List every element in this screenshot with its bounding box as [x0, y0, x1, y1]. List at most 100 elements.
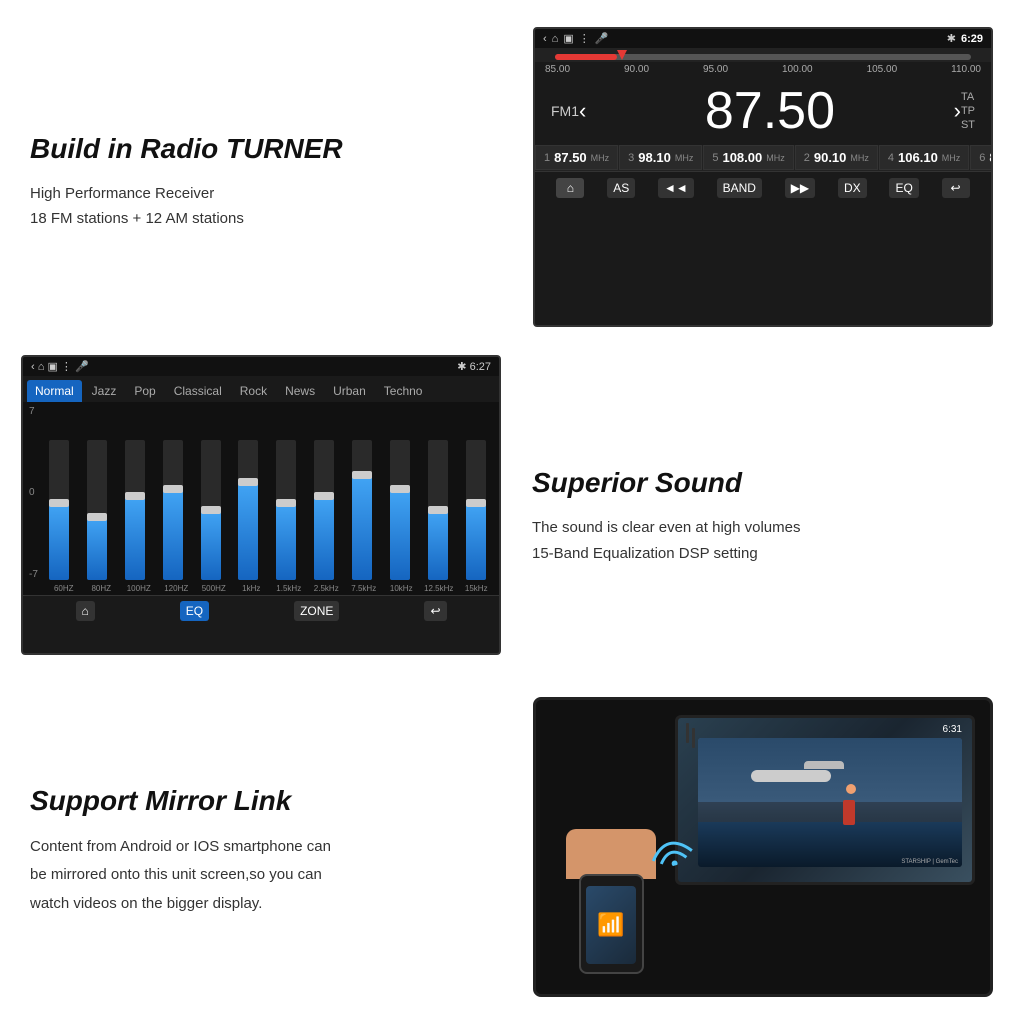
band-button[interactable]: BAND [717, 178, 762, 198]
airplane-wing [804, 761, 844, 769]
dx-button[interactable]: DX [838, 178, 867, 198]
radio-screen: ‹ ⌂ ▣ ⋮ 🎤 ✱ 6:29 85.00 [533, 27, 993, 327]
preset-num: 4 [888, 152, 894, 164]
eq-body: 7 0 -7 [23, 402, 499, 582]
eq-eq-button[interactable]: EQ [180, 601, 209, 621]
eq-slider-handle[interactable] [276, 499, 296, 507]
preset-num: 1 [544, 152, 550, 164]
eq-tab-news[interactable]: News [277, 380, 323, 402]
mirror-line3: watch videos on the bigger display. [30, 895, 262, 912]
preset-unit: MHz [942, 153, 961, 163]
preset-unit: MHz [850, 153, 869, 163]
eq-tab-classical[interactable]: Classical [166, 380, 230, 402]
eq-slider-handle[interactable] [314, 492, 334, 500]
eq-slider-handle[interactable] [201, 506, 221, 514]
eq-right-icons: ✱ 6:27 [457, 360, 491, 373]
eq-slider-handle[interactable] [87, 513, 107, 521]
radio-extras: TA TP ST [961, 91, 975, 131]
preset-num: 3 [628, 152, 634, 164]
preset-item[interactable]: 5 108.00 MHz [703, 145, 793, 170]
eq-bar-track [125, 440, 145, 580]
sound-line1: The sound is clear even at high volumes [532, 515, 994, 541]
freq-80hz: 80HZ [85, 584, 119, 593]
preset-unit: MHz [675, 153, 694, 163]
eq-button[interactable]: EQ [889, 178, 918, 198]
eq-home-button[interactable]: ⌂ [76, 601, 95, 621]
right-status-icons: ✱ 6:29 [947, 32, 983, 45]
preset-freq: 87.50 [554, 150, 587, 165]
tuner-indicator [617, 50, 627, 60]
preset-item[interactable]: 3 98.10 MHz [619, 145, 702, 170]
nav-left[interactable]: ‹ [579, 98, 586, 124]
car-unit: 6:31 STARSHIP | GemTec [675, 715, 975, 885]
eq-slider-handle[interactable] [238, 478, 258, 486]
preset-item[interactable]: 1 87.50 MHz [535, 145, 618, 170]
freq-1.5khz: 1.5kHz [272, 584, 306, 593]
tuner-label: 85.00 [545, 64, 570, 75]
preset-freq: 98.10 [638, 150, 671, 165]
freq-12.5khz: 12.5kHz [422, 584, 456, 593]
eq-bar-col [42, 406, 76, 580]
sound-line2: 15-Band Equalization DSP setting [532, 541, 994, 567]
eq-bar-track [49, 440, 69, 580]
radio-band: FM1 [551, 103, 579, 119]
freq-1khz: 1kHz [235, 584, 269, 593]
radio-screen-section: ‹ ⌂ ▣ ⋮ 🎤 ✱ 6:29 85.00 [512, 10, 1014, 345]
car-time: 6:31 [943, 724, 962, 735]
tuner-label: 95.00 [703, 64, 728, 75]
eq-slider-handle[interactable] [49, 499, 69, 507]
freq-120hz: 120HZ [160, 584, 194, 593]
eq-slider-handle[interactable] [390, 485, 410, 493]
prev-button[interactable]: ◄◄ [658, 178, 694, 198]
phone-screen: 📶 [586, 886, 636, 964]
eq-window-icon: ▣ [47, 361, 57, 373]
freq-15khz: 15kHz [460, 584, 494, 593]
bluetooth-icon: ✱ [947, 32, 956, 45]
eq-slider-handle[interactable] [428, 506, 448, 514]
eq-back-button[interactable]: ↩ [424, 601, 446, 621]
eq-bar-fill [125, 496, 145, 580]
eq-status-bar: ‹ ⌂ ▣ ⋮ 🎤 ✱ 6:27 [23, 357, 499, 376]
next-button[interactable]: ▶▶ [785, 178, 815, 198]
nav-right[interactable]: › [954, 98, 961, 124]
eq-mic-icon: 🎤 [75, 361, 89, 373]
phone-hand-group: 📶 [566, 824, 656, 974]
radio-presets: 1 87.50 MHz 3 98.10 MHz 5 108.00 MHz [535, 145, 991, 171]
eq-bar-fill [428, 510, 448, 580]
preset-freq: 87.50 [989, 150, 993, 165]
eq-menu-icon: ⋮ [61, 361, 72, 373]
eq-slider-handle[interactable] [352, 471, 372, 479]
eq-bar-fill [49, 503, 69, 580]
preset-item[interactable]: 2 90.10 MHz [795, 145, 878, 170]
mirror-mockup: 6:31 STARSHIP | GemTec [533, 697, 993, 997]
mirror-screen-section: 6:31 STARSHIP | GemTec [512, 679, 1014, 1014]
home-button[interactable]: ⌂ [556, 178, 584, 198]
eq-tab-pop[interactable]: Pop [126, 380, 163, 402]
radio-title: Build in Radio TURNER [30, 133, 492, 165]
eq-bar-col [118, 406, 152, 580]
eq-slider-handle[interactable] [163, 485, 183, 493]
eq-zone-button[interactable]: ZONE [294, 601, 339, 621]
eq-tab-urban[interactable]: Urban [325, 380, 374, 402]
radio-status-bar: ‹ ⌂ ▣ ⋮ 🎤 ✱ 6:29 [535, 29, 991, 48]
eq-bar-fill [276, 503, 296, 580]
preset-item[interactable]: 4 106.10 MHz [879, 145, 969, 170]
back-button[interactable]: ↩ [942, 178, 970, 198]
eq-bar-col [194, 406, 228, 580]
eq-tab-jazz[interactable]: Jazz [84, 380, 125, 402]
eq-bar-fill [390, 489, 410, 580]
as-button[interactable]: AS [607, 178, 635, 198]
eq-slider-handle[interactable] [466, 499, 486, 507]
eq-tab-normal[interactable]: Normal [27, 380, 82, 402]
eq-tab-rock[interactable]: Rock [232, 380, 275, 402]
freq-7.5khz: 7.5kHz [347, 584, 381, 593]
mirror-line2: be mirrored onto this unit screen,so you… [30, 866, 322, 883]
preset-item[interactable]: 6 87.50 MHz [970, 145, 993, 170]
freq-500hz: 500HZ [197, 584, 231, 593]
eq-home-icon: ⌂ [38, 361, 45, 373]
status-time: 6:29 [961, 33, 983, 45]
eq-bar-col [421, 406, 455, 580]
eq-bar-track [466, 440, 486, 580]
eq-slider-handle[interactable] [125, 492, 145, 500]
eq-tab-techno[interactable]: Techno [376, 380, 431, 402]
